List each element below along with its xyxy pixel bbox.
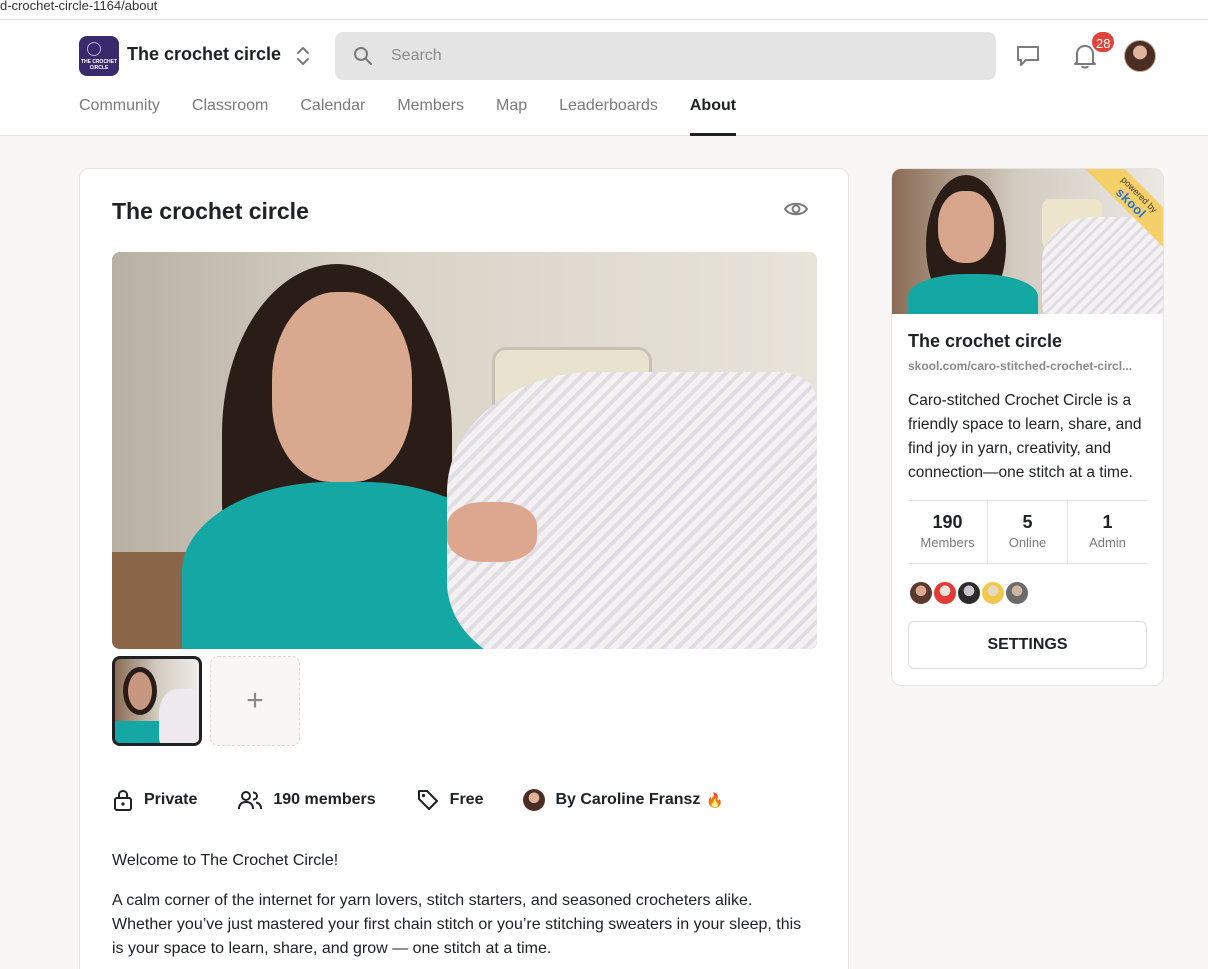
price-label: Free xyxy=(449,791,484,808)
media-thumbnail-selected[interactable] xyxy=(112,656,202,746)
search-input[interactable] xyxy=(391,32,971,80)
stat-online-label: Online xyxy=(1008,535,1047,550)
group-description: Caro-stitched Crochet Circle is a friend… xyxy=(908,392,1142,481)
browser-url-bar[interactable]: d-crochet-circle-1164/about xyxy=(0,0,1208,20)
stat-online-value: 5 xyxy=(1022,512,1033,532)
stat-members-value: 190 xyxy=(932,512,963,532)
avatar[interactable] xyxy=(980,580,1006,606)
tab-map[interactable]: Map xyxy=(496,96,527,136)
stat-members[interactable]: 190 Members xyxy=(908,501,988,563)
group-cover-image: powered by skool xyxy=(892,169,1163,314)
search-icon xyxy=(354,47,372,65)
search-bar[interactable] xyxy=(335,32,996,80)
url-text: d-crochet-circle-1164/about xyxy=(0,0,158,13)
tag-icon xyxy=(417,790,438,810)
lock-icon xyxy=(114,789,132,811)
stat-online[interactable]: 5 Online xyxy=(988,501,1068,563)
group-logo[interactable]: THE CROCHET CIRCLE xyxy=(79,36,119,76)
tab-community[interactable]: Community xyxy=(79,96,160,136)
owner-info[interactable]: By Caroline Fransz 🔥 xyxy=(523,789,724,811)
member-avatars xyxy=(908,580,1030,606)
users-icon xyxy=(238,791,263,810)
members-info: 190 members xyxy=(237,788,376,812)
add-media-button[interactable]: + xyxy=(210,656,300,746)
group-url[interactable]: skool.com/caro-stitched-crochet-circl... xyxy=(908,359,1153,373)
tab-calendar[interactable]: Calendar xyxy=(300,96,365,136)
eye-icon[interactable] xyxy=(783,197,809,221)
user-avatar[interactable] xyxy=(1124,40,1156,72)
hero-video-image[interactable] xyxy=(112,252,817,649)
tab-leaderboards[interactable]: Leaderboards xyxy=(559,96,658,136)
privacy-label: Private xyxy=(144,791,198,808)
flame-icon: 🔥 xyxy=(706,791,724,808)
about-card: The crochet circle + Private 190 members… xyxy=(79,168,849,969)
avatar[interactable] xyxy=(908,580,934,606)
price-info: Free xyxy=(416,788,484,812)
logo-text: THE CROCHET CIRCLE xyxy=(80,59,118,71)
avatar[interactable] xyxy=(1004,580,1030,606)
settings-button[interactable]: SETTINGS xyxy=(908,621,1147,669)
tab-classroom[interactable]: Classroom xyxy=(192,96,268,136)
owner-label: By Caroline Fransz xyxy=(555,791,701,808)
stat-admin-label: Admin xyxy=(1089,535,1126,550)
privacy-info: Private xyxy=(112,788,197,812)
owner-avatar xyxy=(523,789,546,811)
group-name[interactable]: The crochet circle xyxy=(127,44,281,65)
description-body: A calm corner of the internet for yarn l… xyxy=(112,892,802,957)
about-description: Welcome to The Crochet Circle! A calm co… xyxy=(112,849,812,969)
main-nav: Community Classroom Calendar Members Map… xyxy=(79,96,768,136)
description-intro: Welcome to The Crochet Circle! xyxy=(112,852,339,869)
avatar[interactable] xyxy=(932,580,958,606)
sidebar-group-title: The crochet circle xyxy=(908,331,1063,351)
top-header: THE CROCHET CIRCLE The crochet circle 28… xyxy=(0,20,1208,136)
group-summary-card: powered by skool The crochet circle skoo… xyxy=(891,168,1164,686)
avatar[interactable] xyxy=(956,580,982,606)
group-meta: Private 190 members Free By Caroline Fra… xyxy=(112,786,764,814)
page-title: The crochet circle xyxy=(112,198,309,224)
notification-badge: 28 xyxy=(1090,30,1117,54)
stat-admin[interactable]: 1 Admin xyxy=(1068,501,1147,563)
members-label: 190 members xyxy=(273,791,376,808)
tab-about[interactable]: About xyxy=(689,96,737,136)
group-stats: 190 Members 5 Online 1 Admin xyxy=(908,500,1147,564)
stat-members-label: Members xyxy=(920,535,975,550)
stat-admin-value: 1 xyxy=(1102,512,1113,532)
chat-icon[interactable] xyxy=(1014,42,1042,70)
chevron-up-down-icon[interactable] xyxy=(292,44,314,68)
tab-members[interactable]: Members xyxy=(397,96,464,136)
